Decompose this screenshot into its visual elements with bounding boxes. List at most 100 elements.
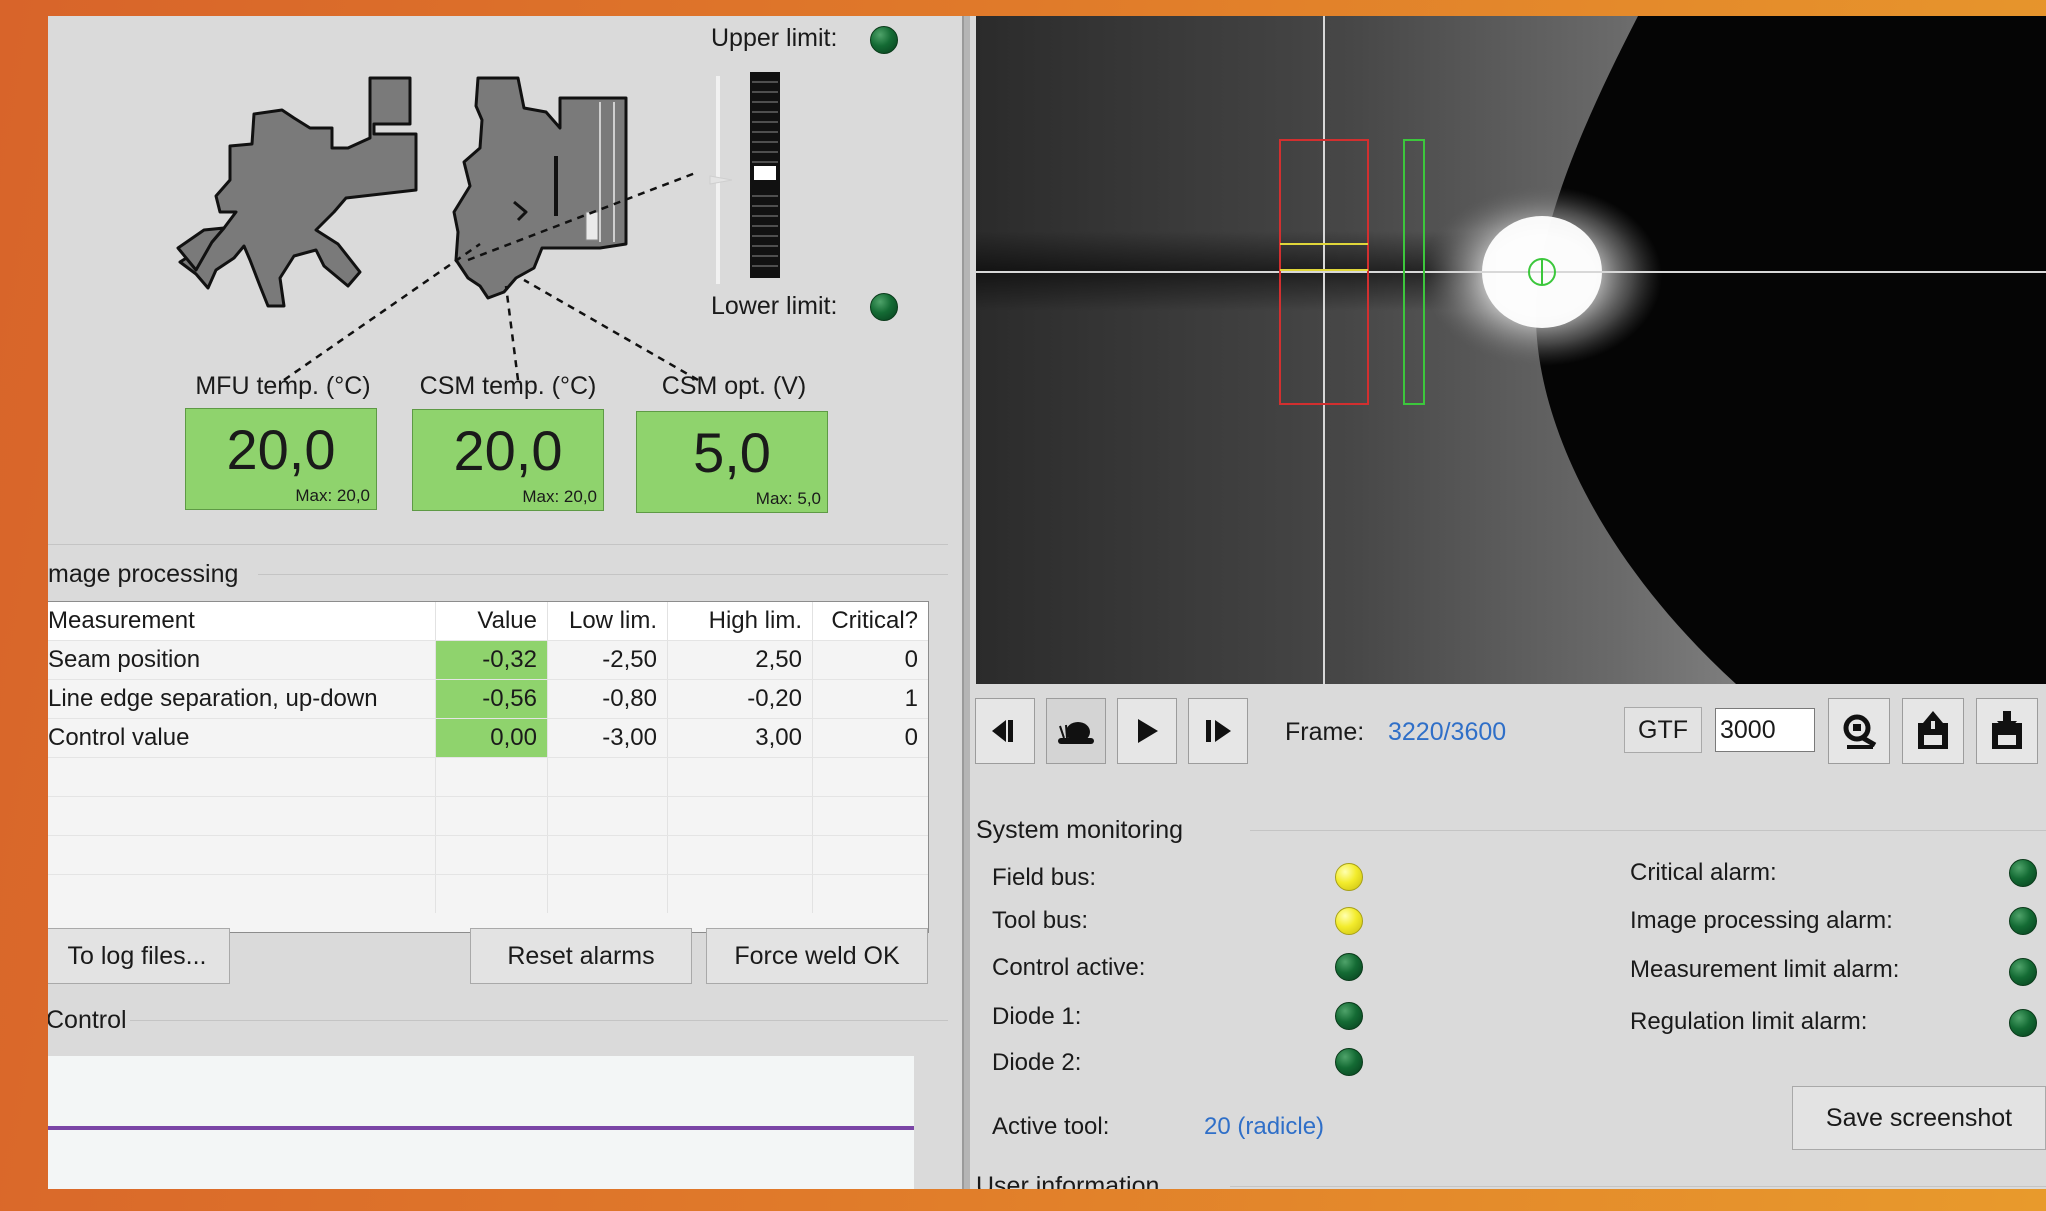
csm-opt-display: 5,0 Max: 5,0 (636, 411, 828, 513)
force-weld-ok-button[interactable]: Force weld OK (706, 928, 928, 984)
divider (258, 574, 948, 575)
system-monitoring-title: System monitoring (976, 816, 1184, 844)
empty-cell (48, 836, 436, 874)
control-chart-plot (48, 1126, 914, 1130)
snail-icon (1058, 722, 1094, 744)
cell-low-lim: -2,50 (548, 641, 668, 679)
table-row[interactable]: Control value 0,00 -3,00 3,00 0 (48, 718, 928, 757)
table-row-empty (48, 874, 928, 913)
column-header-value[interactable]: Value (436, 602, 548, 640)
empty-cell (436, 836, 548, 874)
magnifier-icon (1843, 714, 1877, 749)
image-processing-title: mage processing (48, 560, 239, 588)
column-header-high-lim[interactable]: High lim. (668, 602, 813, 640)
table-row[interactable]: Line edge separation, up-down -0,56 -0,8… (48, 679, 928, 718)
cell-high-lim: 3,00 (668, 719, 813, 757)
csm-opt-label: CSM opt. (V) (661, 372, 807, 400)
table-row-empty (48, 757, 928, 796)
right-panel: Frame: 3220/3600 GTF 3000 System monitor… (972, 16, 2046, 1189)
control-active-led (1335, 953, 1363, 981)
play-icon (1138, 719, 1158, 743)
cell-measurement: Seam position (48, 641, 436, 679)
field-bus-led (1335, 863, 1363, 891)
user-information-title: User information (976, 1172, 1160, 1189)
measurement-table[interactable]: Measurement Value Low lim. High lim. Cri… (48, 601, 929, 933)
gtf-button[interactable]: GTF (1624, 707, 1702, 753)
upper-limit-label: Upper limit: (711, 24, 838, 52)
camera-image (976, 16, 2046, 684)
limit-indicator (754, 166, 776, 180)
diode-2-label: Diode 2: (992, 1049, 1082, 1076)
csm-opt-max: Max: 5,0 (755, 489, 821, 508)
panel-splitter[interactable] (962, 16, 970, 1189)
empty-cell (436, 797, 548, 835)
empty-cell (668, 836, 813, 874)
download-button[interactable] (1976, 698, 2038, 764)
mfu-temp-display: 20,0 Max: 20,0 (185, 408, 377, 510)
diode-1-led (1335, 1002, 1363, 1030)
control-active-label: Control active: (992, 954, 1146, 981)
divider (1230, 1186, 2046, 1187)
control-title: Control (48, 1006, 127, 1034)
camera-view[interactable] (976, 16, 2046, 684)
play-button[interactable] (1117, 698, 1177, 764)
image-processing-alarm-label: Image processing alarm: (1630, 907, 1893, 934)
cell-low-lim: -0,80 (548, 680, 668, 718)
diode-1-label: Diode 1: (992, 1003, 1082, 1030)
slow-motion-button[interactable] (1046, 698, 1106, 764)
step-back-icon (992, 720, 1013, 742)
column-header-measurement[interactable]: Measurement (48, 602, 436, 640)
regulation-limit-alarm-led (2009, 1009, 2037, 1037)
empty-cell (668, 875, 813, 913)
measurement-limit-alarm-label: Measurement limit alarm: (1630, 956, 1900, 983)
cell-value: -0,56 (436, 680, 548, 718)
diode-2-led (1335, 1048, 1363, 1076)
control-chart (48, 1056, 914, 1189)
csm-temp-max: Max: 20,0 (522, 487, 597, 506)
zoom-button[interactable] (1828, 698, 1890, 764)
upload-button[interactable] (1902, 698, 1964, 764)
critical-alarm-label: Critical alarm: (1630, 859, 1777, 886)
next-frame-button[interactable] (1188, 698, 1248, 764)
divider (130, 1020, 948, 1021)
active-tool-value: 20 (radicle) (1204, 1113, 1325, 1140)
csm-temp-label: CSM temp. (°C) (419, 372, 597, 400)
cell-critical: 0 (904, 646, 918, 673)
mfu-temp-max: Max: 20,0 (295, 486, 370, 505)
previous-frame-button[interactable] (975, 698, 1035, 764)
measurement-limit-alarm-led (2009, 958, 2037, 986)
empty-cell (548, 758, 668, 796)
csm-temp-display: 20,0 Max: 20,0 (412, 409, 604, 511)
table-row-empty (48, 796, 928, 835)
cell-value: 0,00 (436, 719, 548, 757)
table-header-row: Measurement Value Low lim. High lim. Cri… (48, 602, 928, 640)
save-upload-icon (1918, 711, 1948, 749)
machine-diagram (176, 72, 780, 382)
frame-counter: 3220/3600 (1388, 718, 1507, 746)
save-screenshot-button[interactable]: Save screenshot (1792, 1086, 2046, 1150)
tool-bus-led (1335, 907, 1363, 935)
csm-temp-value: 20,0 (453, 419, 563, 482)
upper-limit-led (870, 26, 898, 54)
empty-cell (436, 875, 548, 913)
gtf-input[interactable]: 3000 (1715, 708, 1815, 752)
column-header-critical[interactable]: Critical? (813, 602, 928, 640)
reset-alarms-button[interactable]: Reset alarms (470, 928, 692, 984)
to-log-files-button[interactable]: To log files... (48, 928, 230, 984)
step-forward-icon (1206, 720, 1231, 742)
empty-cell (48, 758, 436, 796)
column-header-low-lim[interactable]: Low lim. (548, 602, 668, 640)
cell-value: -0,32 (436, 641, 548, 679)
application-window: Upper limit: Lower limit: MFU temp. (°C)… (48, 16, 2046, 1189)
empty-cell (548, 797, 668, 835)
lower-limit-led (870, 293, 898, 321)
cell-measurement: Line edge separation, up-down (48, 680, 436, 718)
frame-label: Frame: (1285, 718, 1365, 746)
table-row[interactable]: Seam position -0,32 -2,50 2,50 0 (48, 640, 928, 679)
machine-diagram-panel: Upper limit: Lower limit: MFU temp. (°C)… (48, 16, 948, 546)
mfu-temp-value: 20,0 (226, 418, 336, 481)
cell-critical: 0 (904, 724, 918, 751)
empty-cell (48, 875, 436, 913)
empty-cell (548, 836, 668, 874)
table-row-empty (48, 835, 928, 874)
